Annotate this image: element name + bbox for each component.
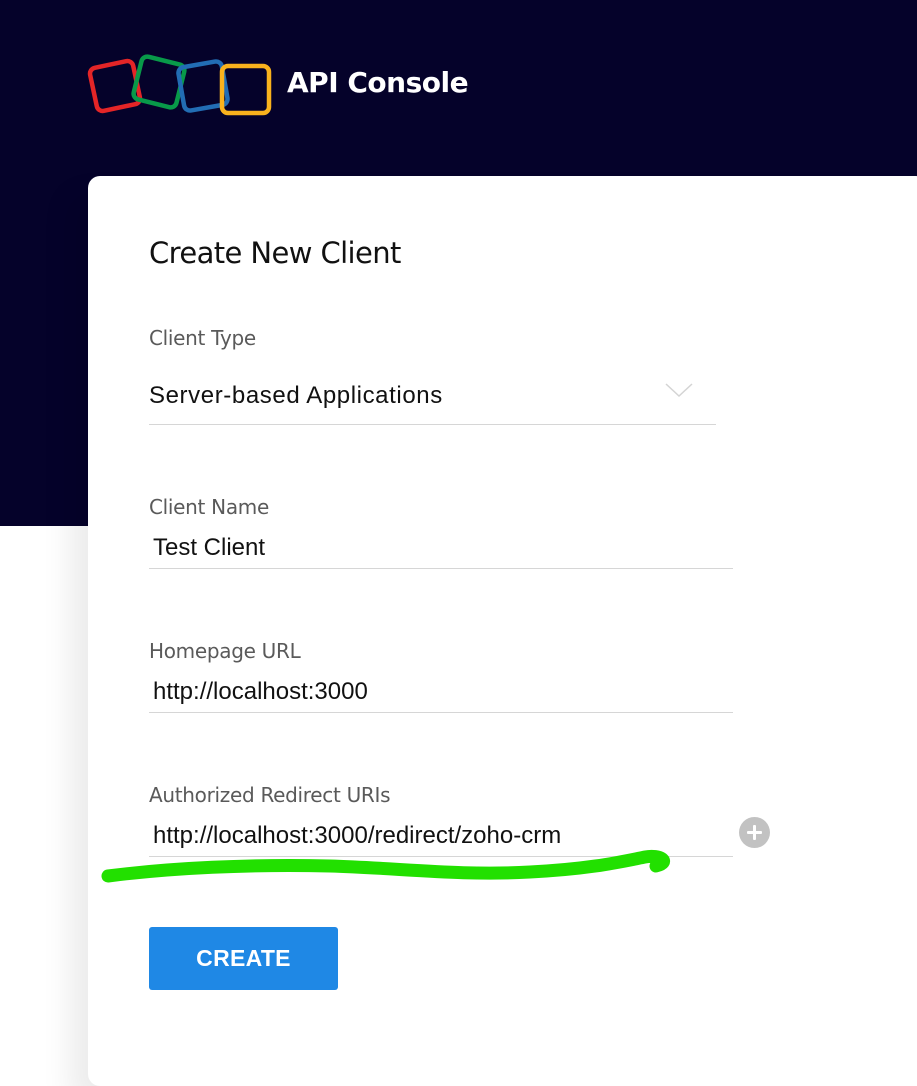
add-redirect-uri-button[interactable]	[739, 817, 770, 848]
homepage-url-label: Homepage URL	[149, 639, 301, 663]
redirect-uri-label: Authorized Redirect URIs	[149, 783, 391, 807]
client-name-input[interactable]: Test Client	[153, 534, 265, 562]
zoho-logo	[87, 54, 272, 116]
app-title: API Console	[287, 66, 469, 99]
green-highlight-annotation	[101, 849, 671, 883]
chevron-down-icon[interactable]	[664, 380, 694, 400]
homepage-url-underline	[149, 712, 733, 713]
client-name-underline	[149, 568, 733, 569]
homepage-url-input[interactable]: http://localhost:3000	[153, 678, 368, 706]
client-type-underline	[149, 424, 716, 425]
create-button[interactable]: CREATE	[149, 927, 338, 990]
page-title: Create New Client	[149, 236, 401, 270]
redirect-uri-input[interactable]: http://localhost:3000/redirect/zoho-crm	[153, 822, 561, 850]
client-type-value[interactable]: Server-based Applications	[149, 382, 443, 410]
client-type-label: Client Type	[149, 326, 256, 350]
client-name-label: Client Name	[149, 495, 269, 519]
